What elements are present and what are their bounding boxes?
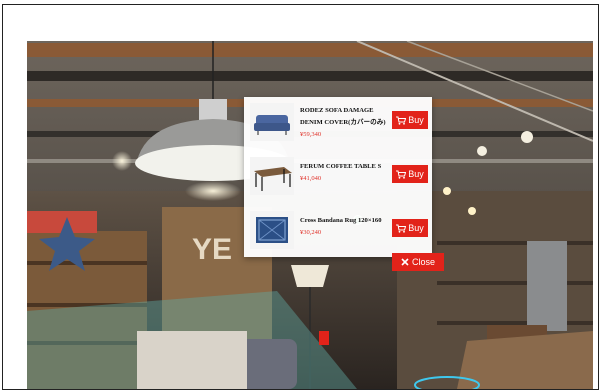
cart-icon xyxy=(396,116,407,125)
close-x-icon xyxy=(401,258,409,266)
buy-label: Buy xyxy=(408,169,424,179)
coffee-table-icon xyxy=(250,157,294,195)
buy-button-ferum-table[interactable]: Buy xyxy=(392,165,428,183)
product-name-line1: Cross Bandana Rug 120×160 xyxy=(300,217,382,224)
close-label: Close xyxy=(411,257,435,267)
buy-button-rodez-sofa[interactable]: Buy xyxy=(392,111,428,129)
svg-text:YE: YE xyxy=(192,233,232,266)
product-list-panel: RODEZ SOFA DAMAGE DENIM COVER(カバーのみ) ¥59… xyxy=(244,97,432,257)
cart-icon xyxy=(396,170,407,179)
buy-label: Buy xyxy=(408,115,424,125)
buy-label: Buy xyxy=(408,223,424,233)
product-name-line1: RODEZ SOFA DAMAGE xyxy=(300,107,374,114)
product-name-line2: DENIM COVER(カバーのみ) xyxy=(300,119,386,126)
viewer-frame: YE RODEZ SOFA DAMAGE DENIM COVER(カバーのみ) … xyxy=(2,4,599,390)
product-name: FERUM COFFEE TABLE S xyxy=(300,161,381,173)
product-name: Cross Bandana Rug 120×160 xyxy=(300,215,382,227)
product-price: ¥30,240 xyxy=(300,229,322,236)
product-name-line1: FERUM COFFEE TABLE S xyxy=(300,163,382,170)
buy-button-cross-bandana-rug[interactable]: Buy xyxy=(392,219,428,237)
product-row: FERUM COFFEE TABLE S ¥41,040 Buy xyxy=(244,151,432,199)
product-row: Cross Bandana Rug 120×160 ¥30,240 Buy xyxy=(244,205,432,253)
product-price: ¥41,040 xyxy=(300,175,322,182)
rug-icon xyxy=(250,211,294,249)
product-price: ¥59,340 xyxy=(300,131,322,138)
product-name: RODEZ SOFA DAMAGE DENIM COVER(カバーのみ) xyxy=(300,105,386,129)
sofa-icon xyxy=(250,103,294,141)
cart-icon xyxy=(396,224,407,233)
product-row: RODEZ SOFA DAMAGE DENIM COVER(カバーのみ) ¥59… xyxy=(244,97,432,145)
close-button[interactable]: Close xyxy=(392,253,444,271)
